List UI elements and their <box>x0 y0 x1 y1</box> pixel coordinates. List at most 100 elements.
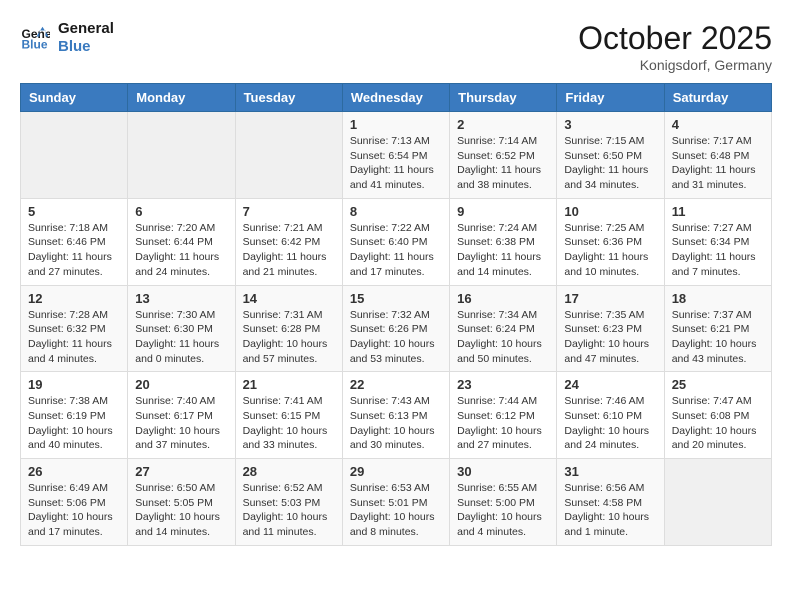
cell-text: Sunset: 5:00 PM <box>457 496 549 511</box>
cell-text: Sunrise: 7:28 AM <box>28 308 120 323</box>
calendar-week-5: 26Sunrise: 6:49 AMSunset: 5:06 PMDayligh… <box>21 459 772 546</box>
calendar-cell: 15Sunrise: 7:32 AMSunset: 6:26 PMDayligh… <box>342 285 449 372</box>
cell-text: Daylight: 10 hours and 4 minutes. <box>457 510 549 539</box>
day-number: 13 <box>135 291 227 306</box>
day-number: 31 <box>564 464 656 479</box>
cell-text: Sunset: 6:30 PM <box>135 322 227 337</box>
cell-text: Daylight: 10 hours and 50 minutes. <box>457 337 549 366</box>
calendar-cell: 29 Sunrise: 6:53 AMSunset: 5:01 PMDayligh… <box>342 459 449 546</box>
cell-text: Sunrise: 7:20 AM <box>135 221 227 236</box>
cell-text: Daylight: 10 hours and 33 minutes. <box>243 424 335 453</box>
calendar-cell: 13Sunrise: 7:30 AMSunset: 6:30 PMDayligh… <box>128 285 235 372</box>
cell-text: Daylight: 10 hours and 47 minutes. <box>564 337 656 366</box>
day-number: 14 <box>243 291 335 306</box>
cell-text: Sunrise: 7:35 AM <box>564 308 656 323</box>
cell-text: Sunset: 6:15 PM <box>243 409 335 424</box>
logo-blue-text: Blue <box>58 38 114 56</box>
calendar-cell: 21Sunrise: 7:41 AMSunset: 6:15 PMDayligh… <box>235 372 342 459</box>
cell-text: Sunrise: 7:25 AM <box>564 221 656 236</box>
calendar-cell: 16Sunrise: 7:34 AMSunset: 6:24 PMDayligh… <box>450 285 557 372</box>
calendar-cell: 4Sunrise: 7:17 AMSunset: 6:48 PMDaylight… <box>664 112 771 199</box>
title-block: October 2025 Konigsdorf, Germany <box>578 20 772 73</box>
day-number: 2 <box>457 117 549 132</box>
day-number: 20 <box>135 377 227 392</box>
cell-text: Sunrise: 6:56 AM <box>564 481 656 496</box>
cell-text: Sunrise: 6:53 AM <box>350 481 442 496</box>
day-number: 29 <box>350 464 442 479</box>
cell-text: Daylight: 10 hours and 20 minutes. <box>672 424 764 453</box>
cell-text: Sunset: 6:54 PM <box>350 149 442 164</box>
calendar-cell: 6Sunrise: 7:20 AMSunset: 6:44 PMDaylight… <box>128 198 235 285</box>
cell-text: Sunrise: 7:47 AM <box>672 394 764 409</box>
cell-text: Sunrise: 6:49 AM <box>28 481 120 496</box>
cell-text: Sunset: 6:17 PM <box>135 409 227 424</box>
cell-text: Sunrise: 7:34 AM <box>457 308 549 323</box>
calendar-cell: 5Sunrise: 7:18 AMSunset: 6:46 PMDaylight… <box>21 198 128 285</box>
weekday-header-monday: Monday <box>128 84 235 112</box>
cell-text: Sunset: 6:48 PM <box>672 149 764 164</box>
calendar-table: SundayMondayTuesdayWednesdayThursdayFrid… <box>20 83 772 546</box>
cell-text: Sunset: 6:13 PM <box>350 409 442 424</box>
calendar-week-1: 1Sunrise: 7:13 AMSunset: 6:54 PMDaylight… <box>21 112 772 199</box>
cell-text: Sunrise: 7:37 AM <box>672 308 764 323</box>
cell-text: Daylight: 11 hours and 0 minutes. <box>135 337 227 366</box>
day-number: 8 <box>350 204 442 219</box>
cell-text: Sunrise: 7:44 AM <box>457 394 549 409</box>
cell-text: Sunset: 5:06 PM <box>28 496 120 511</box>
cell-text: Sunrise: 7:21 AM <box>243 221 335 236</box>
cell-text: Sunset: 6:21 PM <box>672 322 764 337</box>
cell-text: Sunset: 6:32 PM <box>28 322 120 337</box>
cell-text: Sunrise: 7:14 AM <box>457 134 549 149</box>
day-number: 22 <box>350 377 442 392</box>
day-number: 23 <box>457 377 549 392</box>
cell-text: Daylight: 10 hours and 30 minutes. <box>350 424 442 453</box>
cell-text: Daylight: 11 hours and 24 minutes. <box>135 250 227 279</box>
weekday-header-friday: Friday <box>557 84 664 112</box>
cell-text: Daylight: 11 hours and 7 minutes. <box>672 250 764 279</box>
cell-text: Sunrise: 7:24 AM <box>457 221 549 236</box>
logo: General Blue General Blue <box>20 20 114 56</box>
logo-icon: General Blue <box>20 23 50 53</box>
cell-text: Daylight: 10 hours and 8 minutes. <box>350 510 442 539</box>
day-number: 27 <box>135 464 227 479</box>
cell-text: Daylight: 10 hours and 17 minutes. <box>28 510 120 539</box>
cell-text: Daylight: 11 hours and 38 minutes. <box>457 163 549 192</box>
weekday-header-thursday: Thursday <box>450 84 557 112</box>
cell-text: Daylight: 10 hours and 14 minutes. <box>135 510 227 539</box>
calendar-cell: 1Sunrise: 7:13 AMSunset: 6:54 PMDaylight… <box>342 112 449 199</box>
cell-text: Daylight: 11 hours and 34 minutes. <box>564 163 656 192</box>
day-number: 3 <box>564 117 656 132</box>
cell-text: Sunrise: 7:22 AM <box>350 221 442 236</box>
day-number: 26 <box>28 464 120 479</box>
day-number: 25 <box>672 377 764 392</box>
cell-text: Sunrise: 7:17 AM <box>672 134 764 149</box>
day-number: 28 <box>243 464 335 479</box>
cell-text: Sunrise: 7:46 AM <box>564 394 656 409</box>
cell-text: Sunset: 6:08 PM <box>672 409 764 424</box>
day-number: 16 <box>457 291 549 306</box>
day-number: 17 <box>564 291 656 306</box>
day-number: 4 <box>672 117 764 132</box>
weekday-header-row: SundayMondayTuesdayWednesdayThursdayFrid… <box>21 84 772 112</box>
day-number: 10 <box>564 204 656 219</box>
cell-text: Sunset: 5:03 PM <box>243 496 335 511</box>
calendar-cell: 8Sunrise: 7:22 AMSunset: 6:40 PMDaylight… <box>342 198 449 285</box>
cell-text: Sunrise: 7:18 AM <box>28 221 120 236</box>
cell-text: Daylight: 10 hours and 43 minutes. <box>672 337 764 366</box>
calendar-cell: 19Sunrise: 7:38 AMSunset: 6:19 PMDayligh… <box>21 372 128 459</box>
cell-text: Daylight: 10 hours and 24 minutes. <box>564 424 656 453</box>
cell-text: Sunrise: 7:15 AM <box>564 134 656 149</box>
calendar-cell: 12Sunrise: 7:28 AMSunset: 6:32 PMDayligh… <box>21 285 128 372</box>
cell-text: Sunset: 5:01 PM <box>350 496 442 511</box>
cell-text: Daylight: 11 hours and 41 minutes. <box>350 163 442 192</box>
cell-text: Sunrise: 6:52 AM <box>243 481 335 496</box>
day-number: 6 <box>135 204 227 219</box>
calendar-cell: 14Sunrise: 7:31 AMSunset: 6:28 PMDayligh… <box>235 285 342 372</box>
cell-text: Sunset: 6:52 PM <box>457 149 549 164</box>
cell-text: Daylight: 11 hours and 4 minutes. <box>28 337 120 366</box>
calendar-cell: 17Sunrise: 7:35 AMSunset: 6:23 PMDayligh… <box>557 285 664 372</box>
day-number: 21 <box>243 377 335 392</box>
cell-text: Sunrise: 7:31 AM <box>243 308 335 323</box>
cell-text: Daylight: 10 hours and 1 minute. <box>564 510 656 539</box>
calendar-cell: 3Sunrise: 7:15 AMSunset: 6:50 PMDaylight… <box>557 112 664 199</box>
